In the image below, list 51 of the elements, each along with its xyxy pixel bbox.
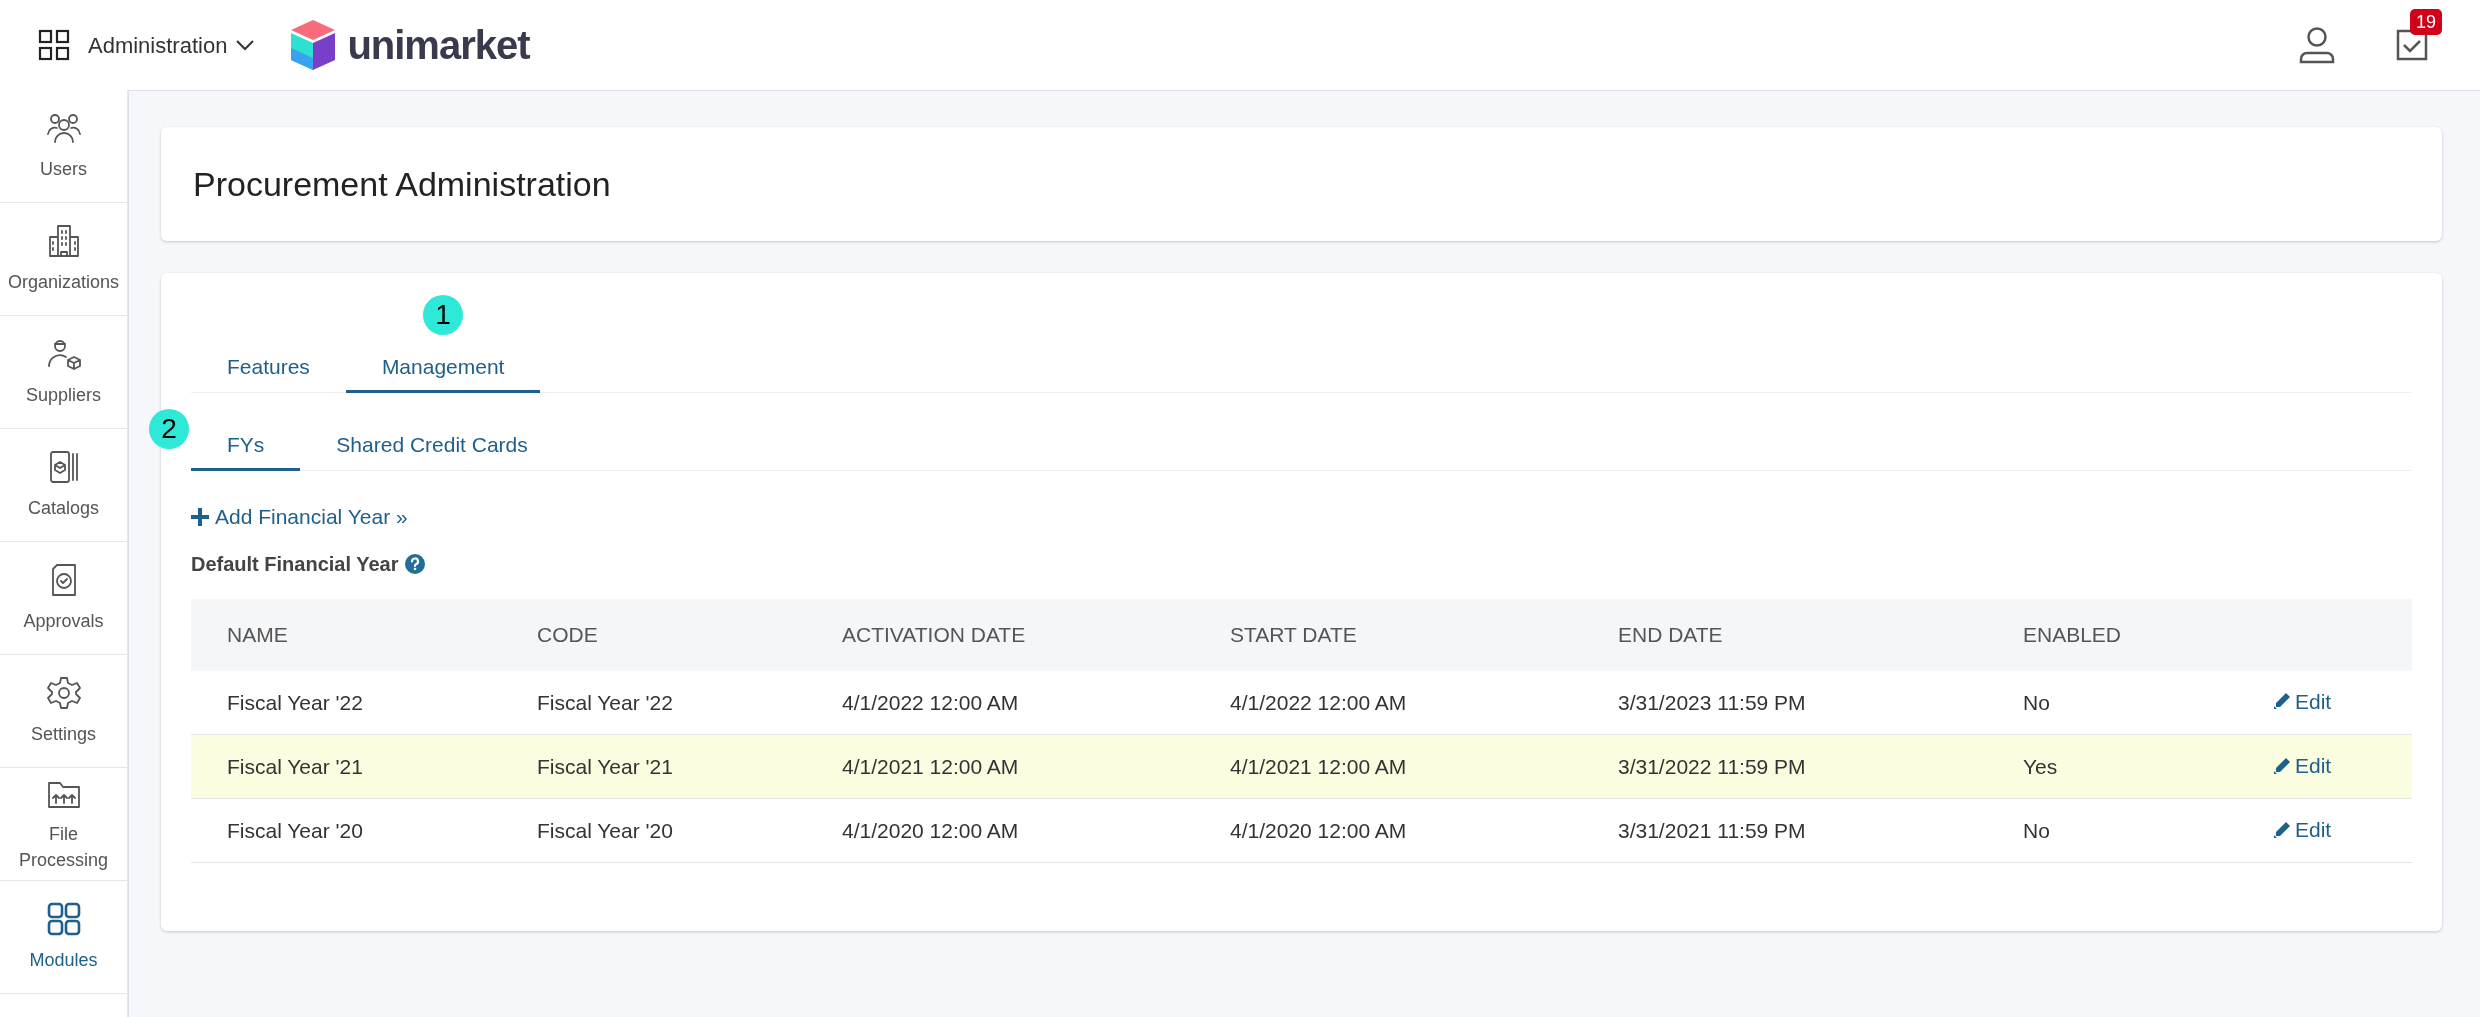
table-cell: Fiscal Year '22 bbox=[537, 690, 673, 714]
table-cell: 4/1/2022 12:00 AM bbox=[1230, 690, 1407, 714]
table-cell: 4/1/2020 12:00 AM bbox=[1230, 818, 1407, 842]
column-header: END DATE bbox=[1582, 598, 1987, 671]
user-icon[interactable] bbox=[2298, 26, 2336, 64]
column-header: NAME bbox=[191, 598, 501, 671]
administration-menu[interactable]: Administration bbox=[88, 28, 256, 62]
settings-icon bbox=[45, 675, 82, 711]
table-cell: 3/31/2022 11:59 PM bbox=[1618, 754, 1806, 778]
column-header: CODE bbox=[501, 598, 806, 671]
pencil-icon bbox=[2273, 756, 2291, 775]
cube-logo-icon bbox=[291, 20, 336, 70]
logo-wordmark: unimarket bbox=[347, 22, 530, 69]
grid-icon bbox=[45, 901, 82, 937]
table-cell: Fiscal Year '22 bbox=[227, 690, 363, 714]
table-cell: No bbox=[2023, 690, 2050, 714]
edit-link[interactable]: Edit bbox=[2273, 813, 2332, 846]
column-header: ENABLED bbox=[1987, 598, 2237, 671]
pencil-icon bbox=[2273, 820, 2291, 839]
table-cell: 3/31/2023 11:59 PM bbox=[1618, 690, 1806, 714]
step-marker: 2 bbox=[149, 409, 189, 449]
pencil-icon bbox=[2273, 692, 2291, 711]
table-cell: 4/1/2022 12:00 AM bbox=[842, 690, 1019, 714]
table-cell: Fiscal Year '20 bbox=[537, 818, 673, 842]
table-cell: Fiscal Year '21 bbox=[227, 754, 363, 778]
table-cell: 4/1/2021 12:00 AM bbox=[1230, 754, 1407, 778]
tab[interactable]: Shared Credit Cards bbox=[300, 421, 564, 471]
section-label: Default Financial Year bbox=[191, 551, 399, 577]
table-cell: 4/1/2021 12:00 AM bbox=[842, 754, 1019, 778]
table-cell: 3/31/2021 11:59 PM bbox=[1618, 818, 1806, 842]
notification-badge: 19 bbox=[2410, 9, 2443, 35]
tab[interactable]: FYs bbox=[191, 421, 301, 471]
table-cell: Fiscal Year '21 bbox=[537, 754, 673, 778]
edit-link[interactable]: Edit bbox=[2273, 749, 2332, 782]
tab[interactable]: Features bbox=[191, 343, 346, 393]
step-marker: 1 bbox=[423, 295, 464, 335]
column-header: START DATE bbox=[1194, 598, 1582, 671]
chevron-down-icon bbox=[235, 39, 256, 51]
table-cell: 4/1/2020 12:00 AM bbox=[842, 818, 1019, 842]
table-cell: No bbox=[2023, 818, 2050, 842]
checkbox-tick-icon[interactable] bbox=[2396, 29, 2428, 61]
column-header: ACTIVATION DATE bbox=[806, 598, 1194, 671]
apps-grid-icon[interactable] bbox=[38, 29, 70, 61]
help-icon[interactable] bbox=[404, 553, 425, 574]
plus-icon bbox=[191, 507, 209, 526]
edit-link[interactable]: Edit bbox=[2273, 685, 2332, 718]
page-title: Procurement Administration bbox=[193, 163, 611, 205]
tab[interactable]: Management bbox=[345, 343, 541, 393]
table-cell: Fiscal Year '20 bbox=[227, 818, 363, 842]
add-financial-year-link[interactable]: Add Financial Year » bbox=[191, 501, 408, 533]
table-cell: Yes bbox=[2023, 754, 2058, 778]
